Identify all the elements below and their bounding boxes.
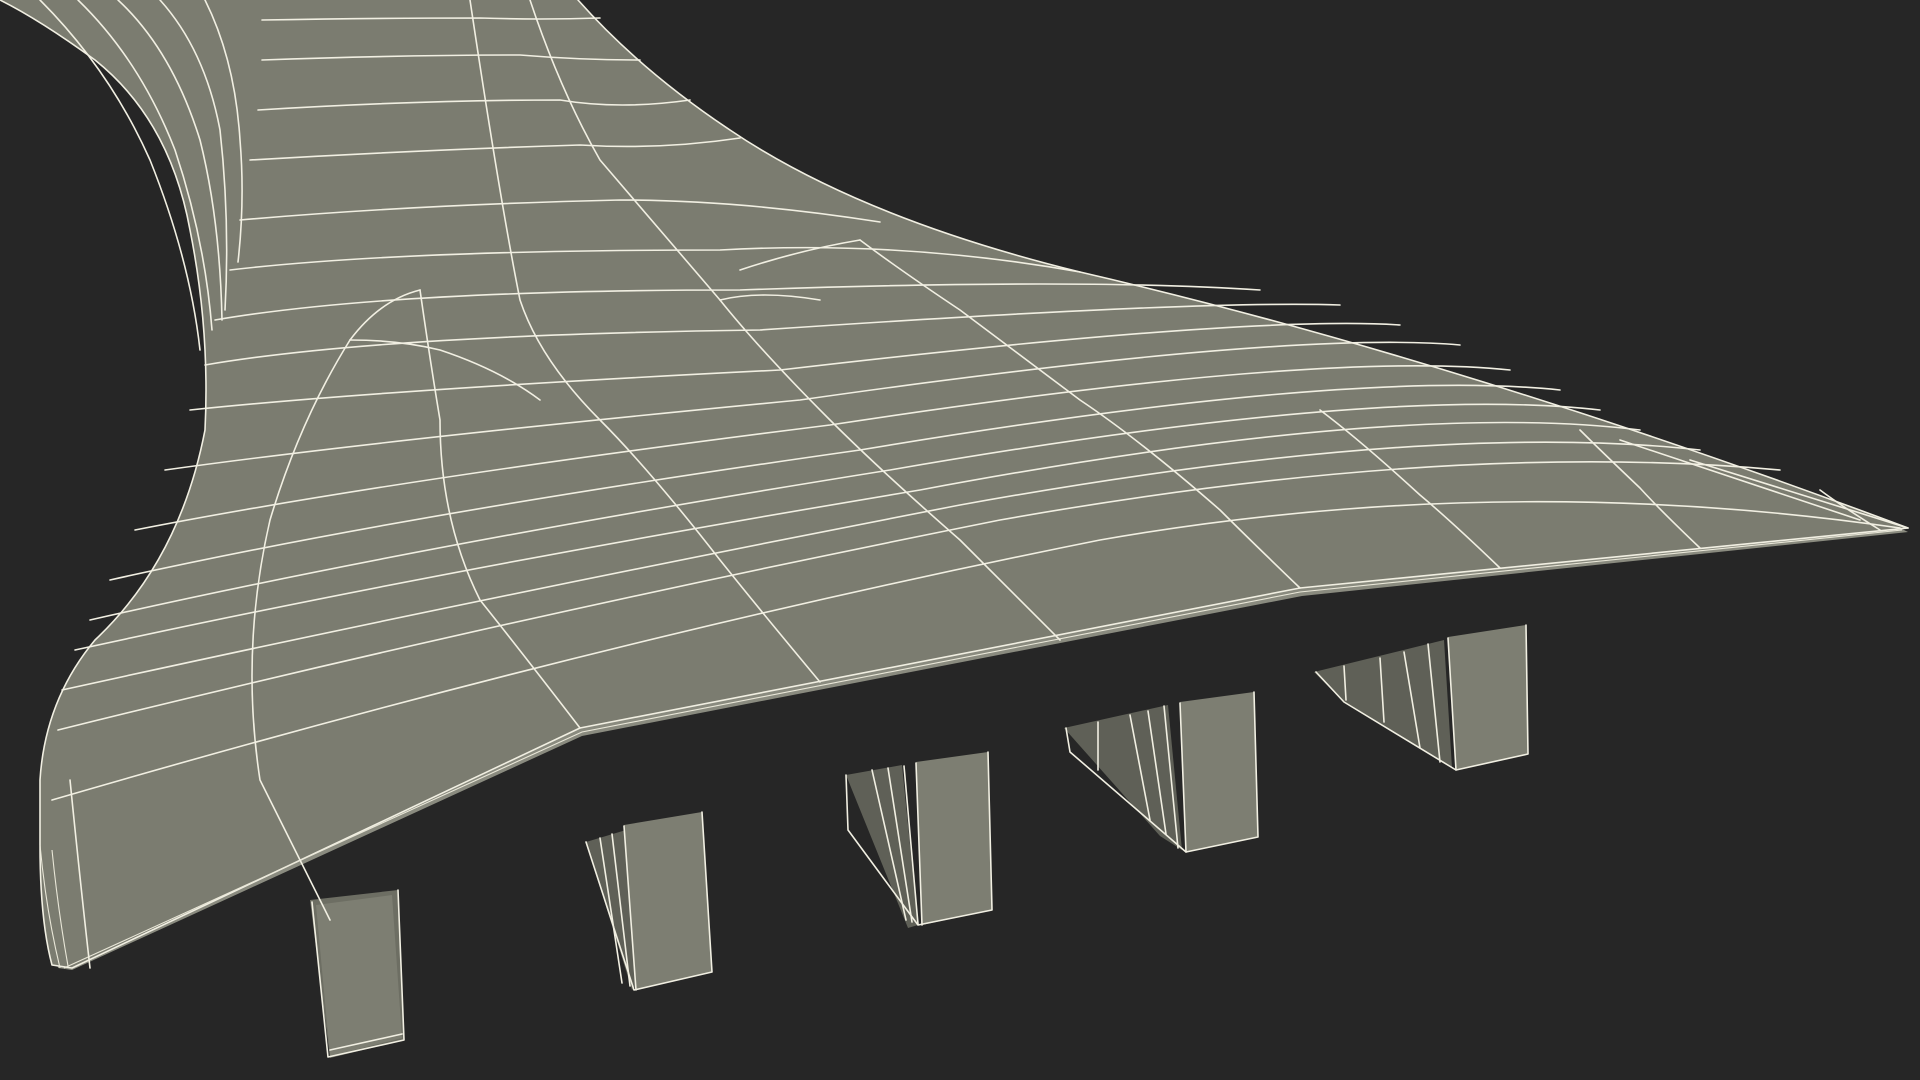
pier-1 <box>310 889 405 1058</box>
pier-4 <box>1064 691 1259 853</box>
wireframe-model <box>0 0 1909 1058</box>
pier-5 <box>1314 624 1529 771</box>
pier-2 <box>585 811 713 991</box>
pier-3 <box>845 751 993 928</box>
3d-viewport[interactable] <box>0 0 1920 1080</box>
